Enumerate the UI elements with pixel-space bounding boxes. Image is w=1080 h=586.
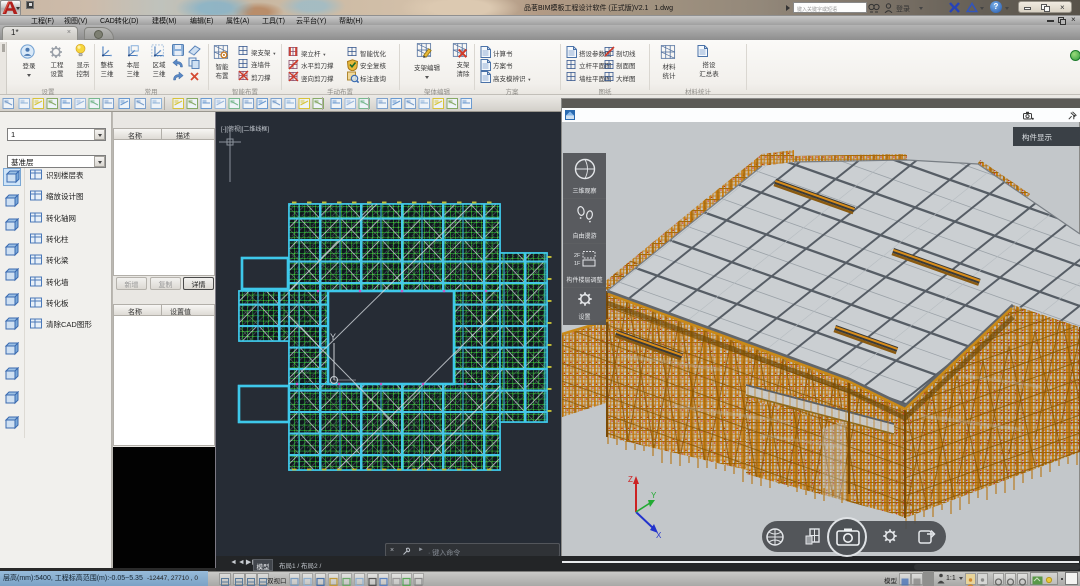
svg-text:2F: 2F (574, 253, 581, 259)
svg-text:Y: Y (330, 332, 336, 342)
svg-text:X: X (656, 531, 662, 540)
svg-text:1F: 1F (574, 261, 581, 267)
svg-text:Z: Z (628, 475, 633, 484)
svg-text:Y: Y (651, 491, 657, 500)
